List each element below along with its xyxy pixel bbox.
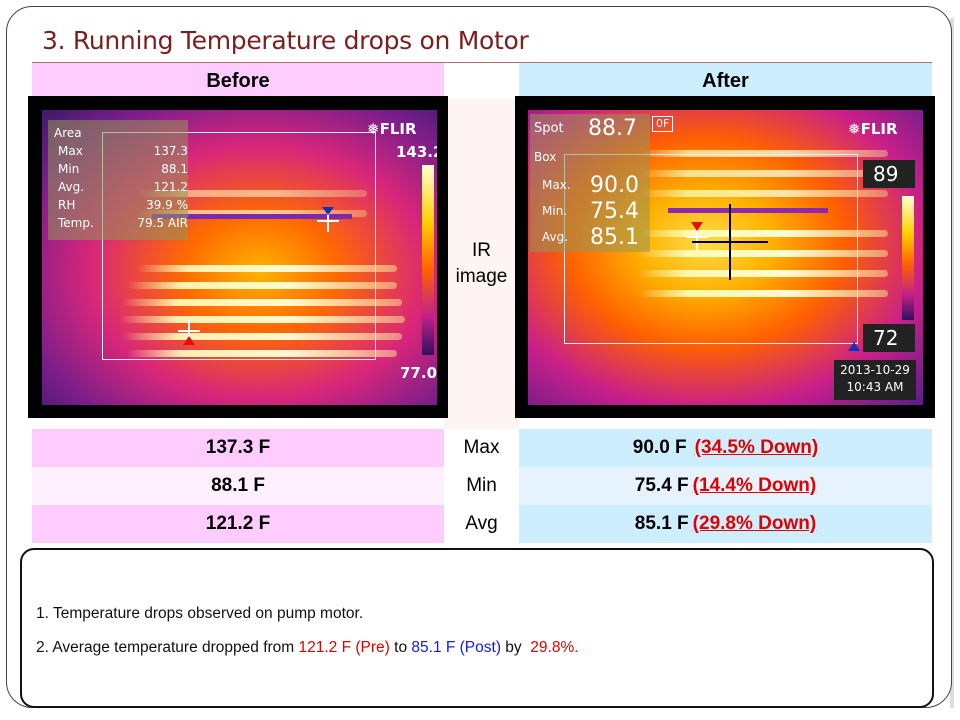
after-max: 90.0 F (34.5% Down) <box>519 429 932 467</box>
before-header: Before <box>32 63 444 99</box>
before-min: 88.1 F <box>32 467 444 505</box>
change-avg: (29.8% Down) <box>692 513 817 534</box>
flir-logo: ❅FLIR <box>367 120 417 138</box>
row-label-min: Min <box>444 467 519 505</box>
after-avg: 85.1 F (29.8% Down) <box>519 505 932 543</box>
before-stats: Max 137.3 Min 88.1 Avg. 121.2 RH 39.9 % Temp… <box>58 144 188 230</box>
ir-label: IR image <box>455 240 508 287</box>
timestamp: 2013-10-29 10:43 AM <box>840 363 910 394</box>
note-1: 1. Temperature drops observed on pump mo… <box>36 605 364 622</box>
scale-min: 72 <box>873 326 899 350</box>
slide-title: 3. Running Temperature drops on Motor <box>42 26 529 55</box>
after-stats: Max. 90.0 Min. 75.4 Avg. 85.1 <box>542 172 639 250</box>
before-max: 137.3 F <box>32 429 444 467</box>
scale-max: 89 <box>873 162 899 186</box>
notes-box: 1. Temperature drops observed on pump mo… <box>20 548 934 708</box>
cold-spot-marker <box>178 320 200 345</box>
scale-max: 143.2 <box>396 143 437 161</box>
spot-label: Spot <box>534 121 564 136</box>
before-avg: 121.2 F <box>32 505 444 543</box>
box-label: Box <box>534 150 557 164</box>
row-label-max: Max <box>444 429 519 467</box>
unit-badge: 0F <box>652 116 674 132</box>
spot-value: 88.7 <box>588 116 637 141</box>
change-min: (14.4% Down) <box>692 475 817 496</box>
note-2: 2. Average temperature dropped from 121.… <box>36 639 579 656</box>
ir-label-cell: IR image <box>444 99 519 429</box>
flir-logo: ❅FLIR <box>848 120 898 138</box>
color-scale <box>422 165 434 355</box>
before-ir-image: Area Max 137.3 Min 88.1 Avg. 121.2 RH 39.9 %… <box>42 110 437 405</box>
header-spacer <box>444 63 519 99</box>
color-scale <box>902 196 914 320</box>
min-marker <box>848 334 862 354</box>
scale-min: 77.0 <box>400 364 437 382</box>
after-ir-image: Spot 88.7 0F Box Max. 90.0 Min. 75.4 Avg. 8… <box>528 110 923 405</box>
panel-title: Area <box>54 126 82 140</box>
center-crosshair <box>692 204 768 280</box>
hot-spot-marker <box>317 207 339 232</box>
after-min: 75.4 F (14.4% Down) <box>519 467 932 505</box>
after-header: After <box>519 63 932 99</box>
change-max: (34.5% Down) <box>694 437 819 458</box>
row-label-avg: Avg <box>444 505 519 543</box>
